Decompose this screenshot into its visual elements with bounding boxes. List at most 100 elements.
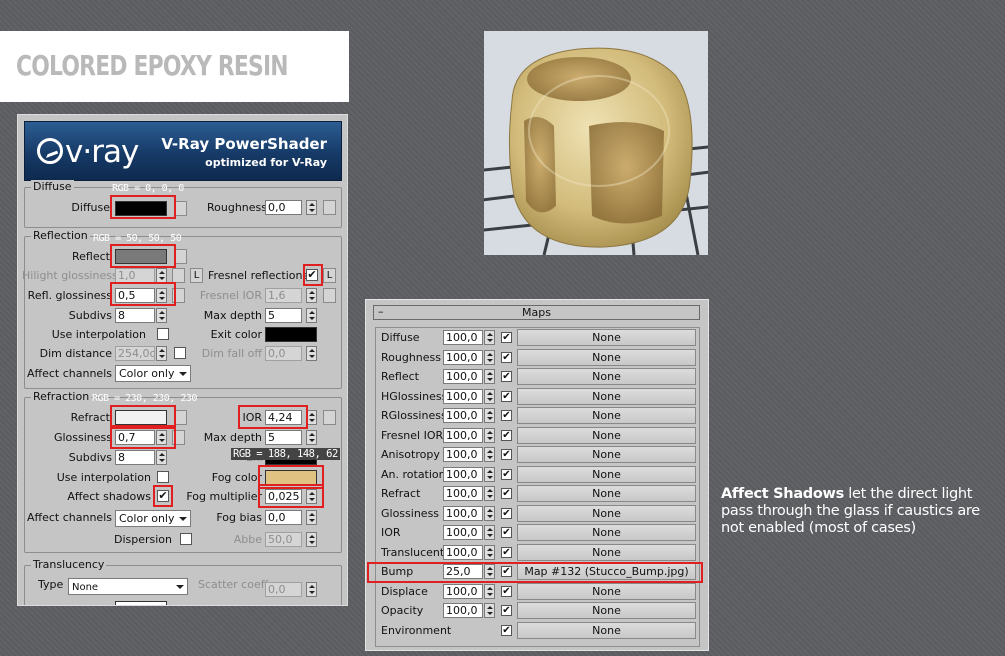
hilight-glossiness-spinner[interactable] [156, 268, 167, 283]
map-amount-spinner[interactable] [484, 525, 495, 540]
abbe-input[interactable]: 50,0 [265, 532, 302, 547]
map-amount-spinner[interactable] [484, 466, 495, 482]
fresnel-ior-spinner[interactable] [306, 288, 317, 303]
map-amount-spinner[interactable] [484, 427, 495, 443]
scatter-coeff-spinner[interactable] [306, 582, 317, 597]
map-slot-button[interactable]: None [517, 387, 696, 405]
map-enable-checkbox[interactable]: ✔ [501, 429, 512, 441]
refract-subdivs-spinner[interactable] [156, 450, 167, 465]
map-enable-checkbox[interactable]: ✔ [501, 585, 512, 597]
map-enable-checkbox[interactable]: ✔ [501, 605, 512, 616]
roughness-input[interactable]: 0,0 [265, 200, 302, 215]
map-slot-button[interactable]: None [517, 602, 696, 619]
map-enable-checkbox[interactable]: ✔ [501, 546, 512, 558]
fresnel-ior-map-button[interactable] [323, 288, 336, 303]
map-slot-button[interactable]: None [517, 504, 696, 522]
map-enable-checkbox[interactable]: ✔ [501, 332, 512, 343]
reflect-max-depth-spinner[interactable] [306, 308, 317, 323]
dim-falloff-input[interactable]: 0,0 [265, 346, 302, 361]
fog-bias-spinner[interactable] [306, 510, 317, 525]
dim-distance-input[interactable]: 254,0c [115, 346, 155, 361]
back-side-color-swatch[interactable] [115, 601, 167, 605]
map-amount-input[interactable]: 100,0 [443, 505, 483, 521]
map-slot-button[interactable]: None [517, 426, 696, 444]
dim-falloff-spinner[interactable] [306, 346, 317, 361]
map-amount-input[interactable]: 100,0 [443, 388, 483, 404]
map-enable-checkbox[interactable]: ✔ [501, 507, 512, 519]
refract-max-depth-input[interactable]: 5 [265, 430, 302, 445]
chevron-down-icon [176, 585, 184, 589]
map-enable-checkbox[interactable]: ✔ [501, 468, 512, 480]
translucency-type-select[interactable]: None [68, 578, 188, 595]
reflect-affect-channels-select[interactable]: Color only [115, 365, 191, 382]
map-enable-checkbox[interactable]: ✔ [501, 527, 512, 538]
dim-distance-checkbox[interactable] [174, 347, 186, 359]
map-slot-button[interactable]: None [517, 524, 696, 541]
map-amount-input[interactable]: 100,0 [443, 583, 483, 599]
map-amount-spinner[interactable] [484, 330, 495, 345]
reflect-affect-channels-label: Affect channels [27, 367, 112, 380]
map-amount-input[interactable]: 100,0 [443, 447, 483, 462]
ior-map-button[interactable] [323, 410, 336, 425]
map-slot-button[interactable]: None [517, 543, 696, 561]
map-slot-button[interactable]: None [517, 582, 696, 600]
hilight-lock-button[interactable]: L [190, 268, 203, 283]
hilight-map-button[interactable] [172, 268, 185, 283]
map-enable-checkbox[interactable]: ✔ [501, 410, 512, 421]
map-amount-input[interactable]: 100,0 [443, 544, 483, 560]
map-amount-input[interactable]: 100,0 [443, 486, 483, 501]
map-amount-spinner[interactable] [484, 544, 495, 560]
abbe-spinner[interactable] [306, 532, 317, 547]
map-slot-button[interactable]: None [517, 465, 696, 483]
fresnel-ior-input[interactable]: 1,6 [265, 288, 302, 303]
map-enable-checkbox[interactable]: ✔ [501, 488, 512, 499]
map-amount-input[interactable]: 100,0 [443, 408, 483, 423]
map-slot-button[interactable]: None [517, 446, 696, 463]
reflect-subdivs-spinner[interactable] [156, 308, 167, 323]
map-amount-spinner[interactable] [484, 486, 495, 501]
map-enable-checkbox[interactable]: ✔ [501, 390, 512, 402]
roughness-spinner[interactable] [306, 200, 317, 215]
map-amount-input[interactable]: 100,0 [443, 603, 483, 618]
map-amount-input[interactable]: 100,0 [443, 427, 483, 443]
scatter-coeff-input[interactable]: 0,0 [265, 582, 302, 597]
dim-distance-spinner[interactable] [156, 346, 167, 361]
map-amount-input[interactable]: 100,0 [443, 369, 483, 384]
exit-color-swatch[interactable] [265, 327, 317, 342]
map-amount-spinner[interactable] [484, 583, 495, 599]
map-enable-checkbox[interactable]: ✔ [501, 371, 512, 382]
map-amount-spinner[interactable] [484, 349, 495, 365]
fog-bias-input[interactable]: 0,0 [265, 510, 302, 525]
reflect-use-interpolation-checkbox[interactable] [157, 328, 169, 340]
map-slot-button[interactable]: None [517, 621, 696, 639]
map-amount-spinner[interactable] [484, 408, 495, 423]
map-slot-button[interactable]: None [517, 485, 696, 502]
reflect-subdivs-input[interactable]: 8 [115, 308, 155, 323]
map-slot-button[interactable]: None [517, 329, 696, 346]
refract-max-depth-spinner[interactable] [306, 430, 317, 445]
fresnel-lock-button[interactable]: L [323, 268, 336, 283]
refract-use-interpolation-checkbox[interactable] [157, 471, 169, 483]
map-amount-input[interactable]: 100,0 [443, 466, 483, 482]
map-enable-checkbox[interactable]: ✔ [501, 449, 512, 460]
map-slot-button[interactable]: None [517, 407, 696, 424]
map-amount-input[interactable]: 100,0 [443, 330, 483, 345]
map-enable-checkbox[interactable]: ✔ [501, 351, 512, 363]
dispersion-checkbox[interactable] [180, 533, 192, 545]
map-amount-spinner[interactable] [484, 603, 495, 618]
map-amount-spinner[interactable] [484, 388, 495, 404]
maps-rollout-header[interactable]: – Maps [373, 305, 700, 320]
map-slot-button[interactable]: None [517, 368, 696, 385]
roughness-map-button[interactable] [323, 200, 336, 215]
refract-subdivs-input[interactable]: 8 [115, 450, 155, 465]
map-amount-spinner[interactable] [484, 369, 495, 384]
hilight-glossiness-input[interactable]: 1,0 [115, 268, 155, 283]
reflect-max-depth-input[interactable]: 5 [265, 308, 302, 323]
map-enable-checkbox[interactable]: ✔ [501, 624, 512, 636]
map-amount-input[interactable]: 100,0 [443, 349, 483, 365]
map-amount-spinner[interactable] [484, 505, 495, 521]
refract-affect-channels-select[interactable]: Color only [115, 510, 191, 527]
map-amount-spinner[interactable] [484, 447, 495, 462]
map-slot-button[interactable]: None [517, 348, 696, 366]
map-amount-input[interactable]: 100,0 [443, 525, 483, 540]
